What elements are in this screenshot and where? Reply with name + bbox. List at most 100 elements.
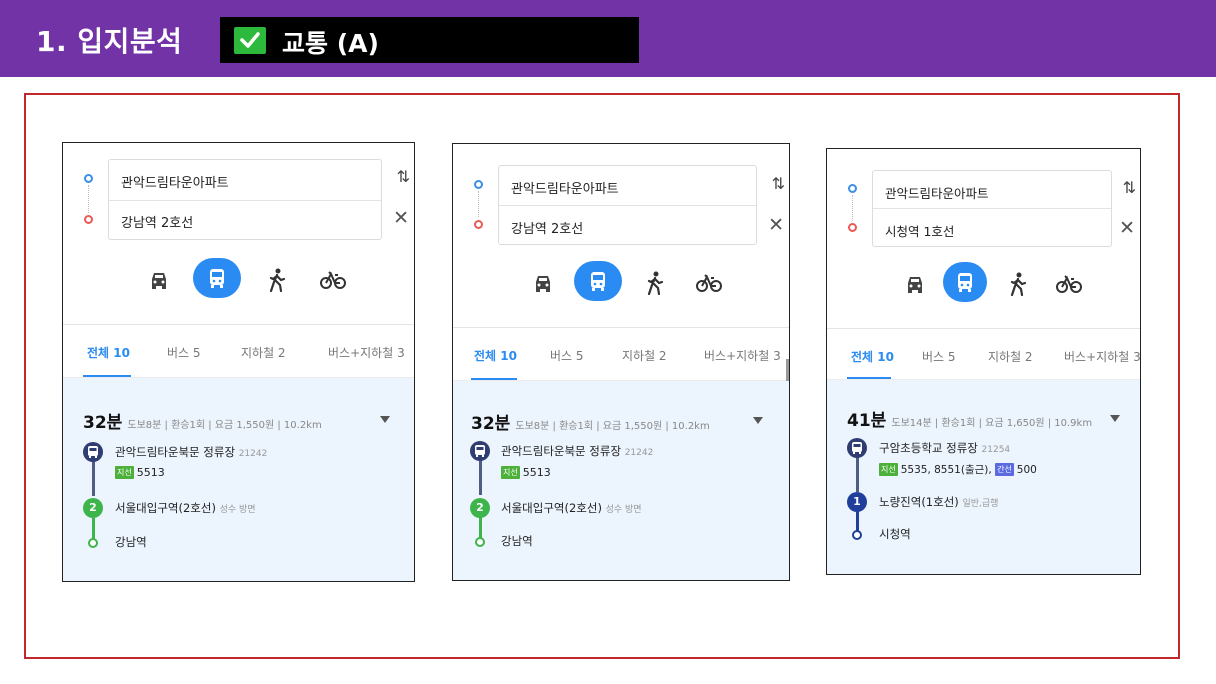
bus-stop-id: 21242: [624, 448, 654, 458]
subway-segment-line: [856, 510, 859, 532]
destination-input[interactable]: 강남역 2호선: [121, 212, 193, 231]
bus-icon[interactable]: [574, 261, 622, 301]
origin-input[interactable]: 관악드림타운아파트: [885, 183, 989, 202]
destination-station: 강남역: [115, 535, 147, 549]
result-tabs: 전체 10 버스 5 지하철 2 버스+지하철 3: [63, 326, 414, 378]
bus-routes: 지선 5535, 8551(출근), 간선 500: [879, 462, 1037, 477]
active-tab-underline: [471, 378, 517, 380]
bus-icon[interactable]: [193, 258, 241, 298]
destination-dot-icon: [474, 220, 483, 229]
route-inputs: 관악드림타운아파트 시청역 1호선: [872, 170, 1112, 247]
dropdown-caret-icon[interactable]: [753, 417, 763, 424]
transfer-direction: 일반,급행: [962, 499, 999, 509]
route-dotted-line: [852, 195, 853, 221]
destination-input[interactable]: 강남역 2호선: [511, 218, 583, 237]
origin-dot-icon: [848, 184, 857, 193]
bus-number: 5513: [522, 466, 551, 479]
close-icon[interactable]: ✕: [768, 214, 784, 236]
transfer-station: 서울대입구역(2호선) 성수 방면: [501, 500, 642, 516]
search-panel: 관악드림타운아파트 강남역 2호선 ⇅ ✕: [63, 143, 414, 325]
tab-bus-subway[interactable]: 버스+지하철 3: [704, 347, 781, 364]
walk-icon[interactable]: [255, 258, 299, 302]
tab-bus[interactable]: 버스 5: [922, 348, 956, 365]
route-dotted-line: [478, 191, 479, 217]
route-inputs: 관악드림타운아파트 강남역 2호선: [498, 165, 757, 245]
bus-type-badge-trunk: 간선: [995, 463, 1014, 476]
dropdown-caret-icon[interactable]: [380, 416, 390, 423]
route-result[interactable]: 32분 도보8분 | 환승1회 | 요금 1,550원 | 10.2km 관악드…: [63, 378, 414, 581]
tab-all[interactable]: 전체 10: [851, 348, 894, 365]
route-info: 도보8분 | 환승1회 | 요금 1,550원 | 10.2km: [127, 420, 322, 431]
swap-icon[interactable]: ⇅: [1123, 178, 1136, 197]
route-info: 도보8분 | 환승1회 | 요금 1,550원 | 10.2km: [515, 421, 710, 432]
tab-bus-subway[interactable]: 버스+지하철 3: [328, 344, 405, 361]
topic-tag-label: 교통 (A): [282, 29, 379, 58]
subway-line-icon: 1: [847, 492, 867, 512]
bus-stop-name: 관악드림타운북문 정류장: [115, 445, 236, 459]
tab-subway[interactable]: 지하철 2: [988, 348, 1033, 365]
origin-dot-icon: [474, 180, 483, 189]
check-icon: [234, 27, 266, 54]
route-dotted-line: [88, 185, 89, 213]
bus-stop-id: 21254: [981, 445, 1011, 455]
bus-stop-icon: [470, 441, 490, 461]
car-icon[interactable]: [521, 261, 565, 305]
swap-icon[interactable]: ⇅: [397, 167, 410, 186]
swap-icon[interactable]: ⇅: [772, 174, 785, 193]
bike-icon[interactable]: [311, 258, 355, 302]
origin-input[interactable]: 관악드림타운아파트: [121, 172, 229, 191]
destination-point-icon: [852, 530, 862, 540]
section-header: 1. 입지분석 교통 (A): [0, 0, 1216, 77]
bike-icon[interactable]: [687, 261, 731, 305]
destination-input[interactable]: 시청역 1호선: [885, 221, 954, 240]
route-result[interactable]: 41분 도보14분 | 환승1회 | 요금 1,650원 | 10.9km 구암…: [827, 380, 1140, 574]
car-icon[interactable]: [137, 258, 181, 302]
subway-line-icon: 2: [470, 498, 490, 518]
destination-dot-icon: [848, 223, 857, 232]
transfer-station-name: 서울대입구역(2호선): [501, 501, 602, 515]
travel-time: 32분: [471, 414, 511, 434]
destination-point-icon: [88, 538, 98, 548]
dropdown-caret-icon[interactable]: [1110, 415, 1120, 422]
transfer-direction: 성수 방면: [605, 505, 642, 515]
bus-stop-icon: [847, 438, 867, 458]
bus-stop: 관악드림타운북문 정류장 21242: [501, 443, 653, 459]
transfer-station-name: 노량진역(1호선): [879, 495, 959, 509]
bus-icon[interactable]: [943, 262, 987, 302]
tab-all[interactable]: 전체 10: [474, 347, 517, 364]
car-icon[interactable]: [893, 262, 937, 306]
bus-number: 5535, 8551(출근),: [900, 464, 992, 476]
tab-bus[interactable]: 버스 5: [167, 344, 201, 361]
travel-time: 32분: [83, 413, 123, 433]
walk-icon[interactable]: [633, 261, 677, 305]
route-card-2: 관악드림타운아파트 강남역 2호선 ⇅ ✕ 전체 10 버스 5 지하철 2 버…: [452, 143, 790, 581]
input-divider: [873, 208, 1111, 209]
origin-input[interactable]: 관악드림타운아파트: [511, 178, 619, 197]
bike-icon[interactable]: [1047, 262, 1091, 306]
route-info: 도보14분 | 환승1회 | 요금 1,650원 | 10.9km: [891, 418, 1093, 429]
bus-stop: 관악드림타운북문 정류장 21242: [115, 444, 267, 460]
input-divider: [499, 205, 756, 206]
bus-number: 5513: [136, 466, 165, 479]
route-card-1: 관악드림타운아파트 강남역 2호선 ⇅ ✕ 전체 10 버스 5 지하철 2 버…: [62, 142, 415, 582]
close-icon[interactable]: ✕: [393, 207, 409, 229]
subway-segment-line: [479, 517, 482, 539]
bus-stop: 구암초등학교 정류장 21254: [879, 440, 1010, 456]
search-panel: 관악드림타운아파트 강남역 2호선 ⇅ ✕: [453, 144, 789, 328]
route-result[interactable]: 32분 도보8분 | 환승1회 | 요금 1,550원 | 10.2km 관악드…: [453, 381, 789, 580]
tab-bus-subway[interactable]: 버스+지하철 3: [1064, 348, 1140, 365]
bus-routes: 지선 5513: [115, 466, 165, 479]
bus-stop-icon: [83, 442, 103, 462]
subway-line-icon: 2: [83, 498, 103, 518]
transport-modes: [63, 258, 414, 302]
transfer-station: 노량진역(1호선) 일반,급행: [879, 494, 998, 510]
walk-icon[interactable]: [996, 262, 1040, 306]
tab-subway[interactable]: 지하철 2: [622, 347, 667, 364]
tab-bus[interactable]: 버스 5: [550, 347, 584, 364]
route-summary: 32분 도보8분 | 환승1회 | 요금 1,550원 | 10.2km: [471, 409, 710, 434]
tab-all[interactable]: 전체 10: [87, 344, 130, 361]
transport-modes: [453, 261, 789, 305]
close-icon[interactable]: ✕: [1119, 217, 1135, 239]
tab-subway[interactable]: 지하철 2: [241, 344, 286, 361]
topic-tag: 교통 (A): [220, 17, 639, 63]
